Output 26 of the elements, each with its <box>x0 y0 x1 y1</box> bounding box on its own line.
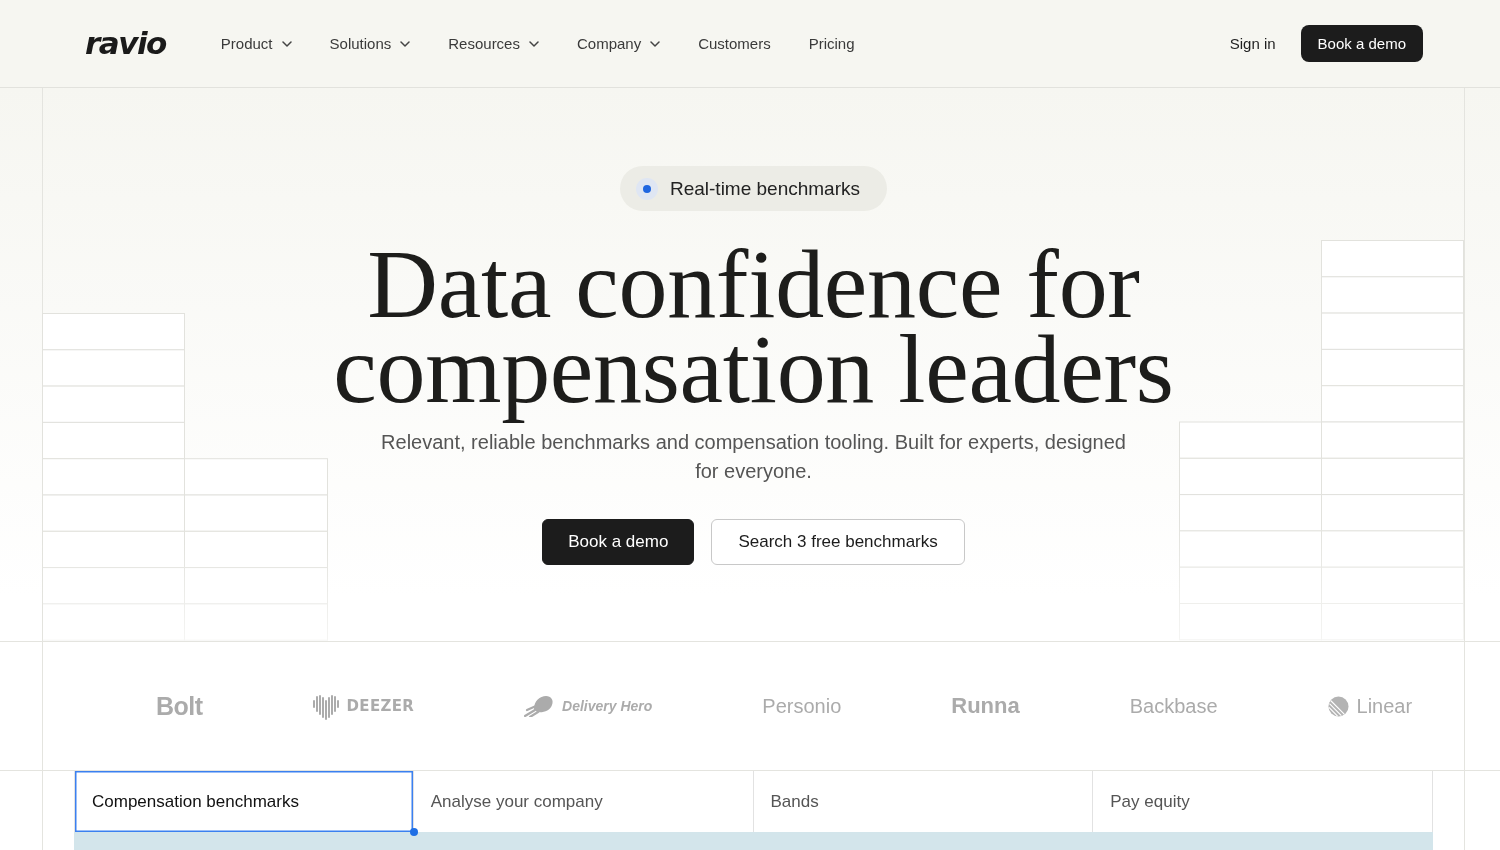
search-benchmarks-button[interactable]: Search 3 free benchmarks <box>711 519 965 565</box>
logo-wordmark: Personio <box>762 694 842 718</box>
heart-logo-icon <box>312 692 339 720</box>
live-dot-icon <box>635 177 658 200</box>
logo-wordmark: Backbase <box>1129 694 1218 718</box>
logo-wordmark[interactable]: ravio <box>85 28 166 59</box>
sign-in-link[interactable]: Sign in <box>1229 35 1276 52</box>
feature-tab[interactable]: Compensation benchmarks <box>74 771 414 832</box>
nav-link[interactable]: Product <box>220 35 292 52</box>
book-demo-button[interactable]: Book a demo <box>542 519 695 565</box>
nav-link[interactable]: Company <box>576 35 661 52</box>
logo-wordmark: Bolt <box>156 691 203 721</box>
logo-wordmark: Delivery Hero <box>562 698 653 714</box>
nav-link[interactable]: Resources <box>448 35 539 52</box>
hero-subtitle: Relevant, reliable benchmarks and compensation tooling. Built for experts, designed for everyone. <box>380 430 1127 484</box>
nav-link[interactable]: Solutions <box>329 35 411 52</box>
book-demo-button[interactable]: Book a demo <box>1300 25 1423 62</box>
hero-heading: Data confidence for compensation leaders <box>332 242 1175 425</box>
nav-link[interactable]: Pricing <box>808 35 855 52</box>
logo-wordmark: Runna <box>951 693 1020 719</box>
comet-logo-icon <box>524 695 555 717</box>
logo-wordmark: DEEZER <box>346 697 415 715</box>
badge-label: Real-time benchmarks <box>669 177 861 200</box>
logo-wordmark: Linear <box>1356 694 1413 718</box>
nav-link[interactable]: Customers <box>698 35 771 52</box>
striped-disc-icon <box>1327 695 1349 717</box>
